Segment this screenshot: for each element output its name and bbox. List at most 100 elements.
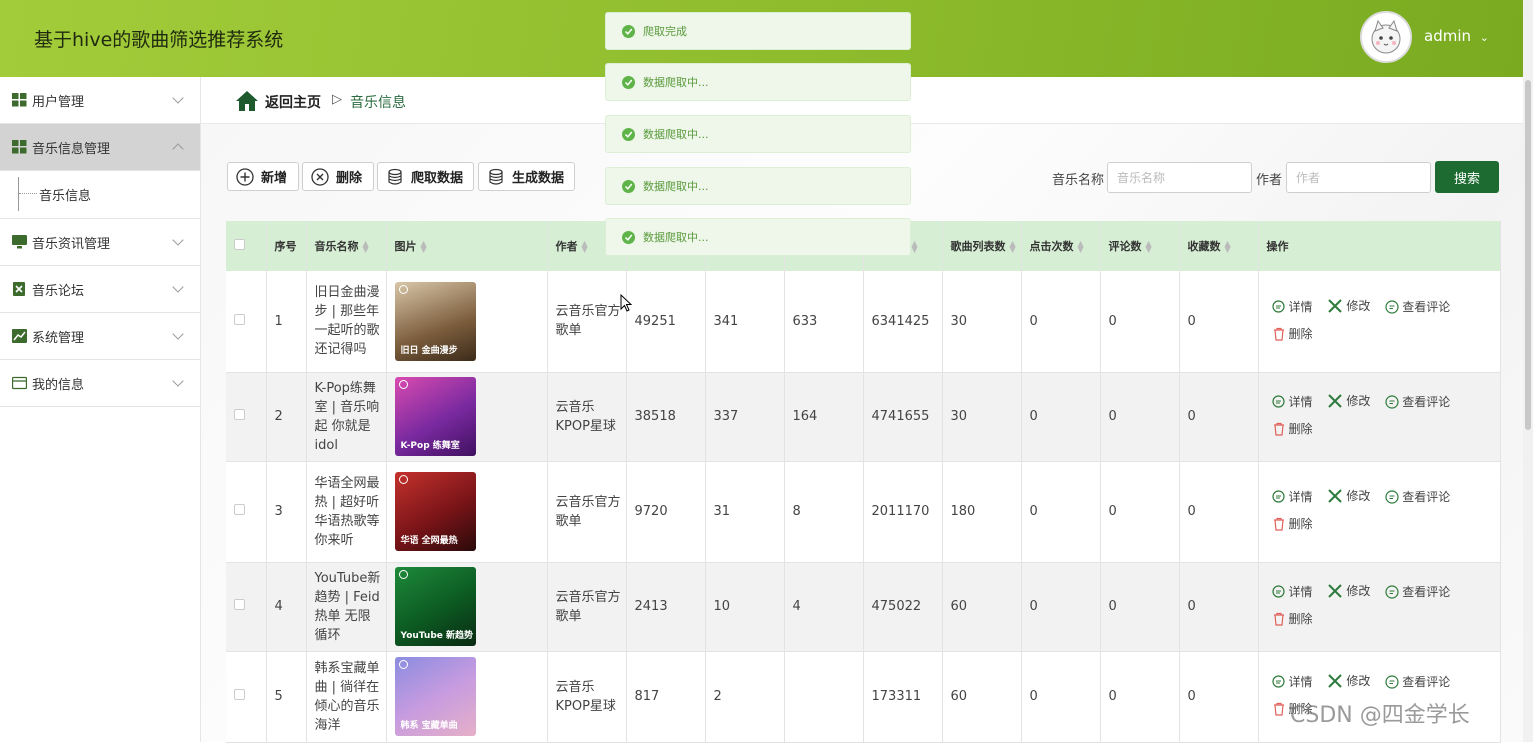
cover-caption: 韩系 宝藏单曲 [400,721,458,731]
sort-icon[interactable]: ▲ ▼ [912,239,918,253]
sidebar-item-music-news[interactable]: 音乐资讯管理 [0,219,200,266]
watermark: CSDN @四金学长 [1290,703,1470,728]
cell-favorites: 0 [1179,651,1259,743]
view-comments-button[interactable]: 查看评论 [1385,295,1450,319]
detail-button[interactable]: 详情 [1271,485,1313,509]
cover-caption: K-Pop 练舞室 [400,441,460,451]
edit-button[interactable]: 修改 [1327,579,1370,603]
breadcrumb-home-link[interactable]: 返回主页 [265,92,321,112]
view-comments-button[interactable]: 查看评论 [1385,670,1450,694]
toast-message: 爬取完成 [643,25,687,38]
view-comments-button[interactable]: 查看评论 [1385,390,1450,414]
chevron-down-icon [172,234,184,246]
page-scrollbar-thumb[interactable] [1525,80,1531,430]
row-delete-button[interactable]: 删除 [1272,417,1313,441]
author-input[interactable] [1286,162,1431,193]
check-circle-icon [622,127,635,141]
cell-value: 4 [784,562,864,652]
edit-button[interactable]: 修改 [1327,389,1370,413]
detail-button[interactable]: 详情 [1271,390,1313,414]
cell-value: 6341425 [863,271,943,373]
add-button[interactable]: 新增 [227,162,299,191]
close-circle-icon [311,167,329,186]
cell-value: 4741655 [863,372,943,462]
sidebar-item-music-forum[interactable]: 音乐论坛 [0,266,200,313]
sort-icon[interactable]: ▲ ▼ [1225,239,1231,253]
col-music-name[interactable]: 音乐名称 ▲ ▼ [306,221,387,271]
cell-music-name: K-Pop练舞室 | 音乐响起 你就是idol [306,372,387,462]
cell-index: 4 [266,562,307,652]
sort-icon[interactable]: ▲ ▼ [582,239,588,253]
grid-icon [12,140,27,154]
edit-button[interactable]: 修改 [1327,484,1370,508]
cell-index: 5 [266,651,307,743]
cell-value: 49251 [626,271,706,373]
sidebar-subitem-label: 音乐信息 [39,189,92,204]
cell-value: 9720 [626,461,706,563]
music-name-input[interactable] [1107,162,1252,193]
detail-button[interactable]: 详情 [1271,295,1313,319]
cell-value: 31 [705,461,785,563]
select-all-cell[interactable] [226,221,267,271]
sidebar-item-system-management[interactable]: 系统管理 [0,313,200,360]
sidebar-item-my-info[interactable]: 我的信息 [0,360,200,407]
sidebar-item-music-management[interactable]: 音乐信息管理 [0,124,200,171]
col-comments[interactable]: 评论数 ▲ ▼ [1100,221,1180,271]
cell-song-count: 30 [942,372,1022,462]
sort-icon[interactable]: ▲ ▼ [1146,239,1152,253]
edit-button[interactable]: 修改 [1327,669,1370,693]
col-song-count[interactable]: 歌曲列表数 ▲ ▼ [942,221,1022,271]
tools-icon [1328,489,1343,503]
search-doc-icon [1271,675,1285,688]
cell-actions: 详情 修改 查看评论 删除 [1258,562,1501,652]
sort-icon[interactable]: ▲ ▼ [421,239,427,253]
cell-actions: 详情 修改 查看评论 删除 [1258,372,1501,462]
netease-logo-icon [398,380,408,389]
detail-button[interactable]: 详情 [1271,670,1313,694]
delete-button[interactable]: 删除 [302,162,374,191]
detail-button[interactable]: 详情 [1271,580,1313,604]
row-checkbox[interactable] [234,313,245,325]
row-checkbox[interactable] [234,689,245,700]
sidebar-item-user-management[interactable]: 用户管理 [0,77,200,124]
sidebar-item-label: 我的信息 [32,377,85,393]
row-delete-button[interactable]: 删除 [1272,322,1313,346]
avatar[interactable] [1360,11,1412,63]
row-checkbox[interactable] [234,409,245,420]
cover-caption: 华语 全网最热 [400,536,458,546]
cell-value: 38518 [626,372,706,462]
home-icon[interactable] [235,90,259,112]
edit-button[interactable]: 修改 [1327,294,1370,318]
search-doc-icon [1271,300,1285,313]
cell-clicks: 0 [1021,651,1101,743]
crawl-data-button[interactable]: 爬取数据 [377,162,474,191]
generate-data-label: 生成数据 [512,171,565,186]
sort-icon[interactable]: ▲ ▼ [363,239,369,253]
sort-icon[interactable]: ▲ ▼ [1010,239,1016,253]
col-image[interactable]: 图片 ▲ ▼ [386,221,548,271]
view-comments-button[interactable]: 查看评论 [1385,485,1450,509]
sidebar-item-label: 音乐信息管理 [32,141,111,157]
chevron-up-icon [172,143,184,155]
row-delete-button[interactable]: 删除 [1272,607,1313,631]
row-checkbox[interactable] [234,504,245,515]
col-clicks[interactable]: 点击次数 ▲ ▼ [1021,221,1101,271]
toast-notification: 数据爬取中... [605,218,911,256]
row-delete-button[interactable]: 删除 [1272,512,1313,536]
col-index: 序号 [266,221,307,271]
author-label: 作者 [1256,173,1283,188]
sidebar-subitem-music-info[interactable]: 音乐信息 [0,171,200,219]
search-doc-icon [1271,395,1285,408]
cell-favorites: 0 [1179,372,1259,462]
check-circle-icon [622,24,635,38]
row-checkbox[interactable] [234,599,245,610]
col-favorites[interactable]: 收藏数 ▲ ▼ [1179,221,1259,271]
database-icon [388,168,402,185]
generate-data-button[interactable]: 生成数据 [478,162,575,191]
select-all-checkbox[interactable] [234,238,245,250]
sort-icon[interactable]: ▲ ▼ [1078,239,1084,253]
search-button[interactable]: 搜索 [1435,161,1499,193]
user-menu[interactable]: admin ⌄ [1424,27,1489,45]
cell-music-name: 旧日金曲漫步 | 那些年一起听的歌 还记得吗 [306,271,387,373]
view-comments-button[interactable]: 查看评论 [1385,580,1450,604]
